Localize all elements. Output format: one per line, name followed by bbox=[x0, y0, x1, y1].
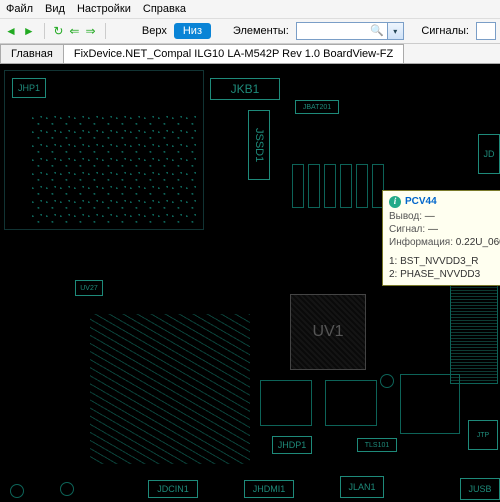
comp-jdcin1[interactable]: JDCIN1 bbox=[148, 480, 198, 498]
tab-document[interactable]: FixDevice.NET_Compal ILG10 LA-M542P Rev … bbox=[63, 44, 404, 63]
comp-jssd1[interactable]: JSSD1 bbox=[248, 110, 270, 180]
signals-combo[interactable] bbox=[476, 22, 496, 40]
comp-tls101[interactable]: TLS101 bbox=[357, 438, 397, 452]
comp-jkb1[interactable]: JKB1 bbox=[210, 78, 280, 100]
menu-file[interactable]: Файл bbox=[6, 3, 33, 15]
tooltip-pin2: 2: PHASE_NVVDD3 bbox=[389, 268, 500, 281]
bottom-side-button[interactable]: Низ bbox=[174, 23, 211, 39]
comp-jhdmi1[interactable]: JHDMI1 bbox=[244, 480, 294, 498]
tooltip-sig-label: Сигнал: bbox=[389, 224, 425, 235]
elements-label: Элементы: bbox=[233, 25, 289, 37]
reload-icon[interactable]: ↻ bbox=[52, 22, 64, 40]
menu-help[interactable]: Справка bbox=[143, 3, 186, 15]
comp-jusb[interactable]: JUSB bbox=[460, 478, 500, 500]
search-icon: 🔍 bbox=[370, 24, 384, 37]
prev-icon[interactable]: ⇐ bbox=[68, 22, 80, 40]
comp-uv1[interactable]: UV1 bbox=[290, 294, 366, 370]
comp-jbat201[interactable]: JBAT201 bbox=[295, 100, 339, 114]
comp-uv27[interactable]: UV27 bbox=[75, 280, 103, 296]
menu-bar: Файл Вид Настройки Справка bbox=[0, 0, 500, 19]
signals-input[interactable] bbox=[476, 22, 496, 40]
component-tooltip: i PCV44 Вывод: — Сигнал: — Информация: 0.… bbox=[382, 190, 500, 286]
tooltip-pin1: 1: BST_NVVDD3_R bbox=[389, 255, 500, 268]
back-icon[interactable]: ◄ bbox=[4, 22, 18, 40]
separator bbox=[44, 23, 45, 39]
tooltip-info-val: 0.22U_0603_25V7… bbox=[456, 237, 500, 248]
signals-label: Сигналы: bbox=[421, 25, 469, 37]
next-icon[interactable]: ⇒ bbox=[84, 22, 96, 40]
tab-bar: Главная FixDevice.NET_Compal ILG10 LA-M5… bbox=[0, 44, 500, 64]
tooltip-out-val: — bbox=[425, 211, 435, 222]
menu-view[interactable]: Вид bbox=[45, 3, 65, 15]
info-icon: i bbox=[389, 196, 401, 208]
side-label: Верх bbox=[142, 25, 167, 37]
tooltip-out-label: Вывод: bbox=[389, 211, 422, 222]
elements-combo[interactable]: 🔍 ▾ bbox=[296, 22, 404, 40]
menu-settings[interactable]: Настройки bbox=[77, 3, 131, 15]
comp-jd[interactable]: JD bbox=[478, 134, 500, 174]
comp-jlan1[interactable]: JLAN1 bbox=[340, 476, 384, 498]
tooltip-sig-val: — bbox=[428, 224, 438, 235]
comp-jtp[interactable]: JTP bbox=[468, 420, 498, 450]
separator bbox=[105, 23, 106, 39]
comp-jhp1[interactable]: JHP1 bbox=[12, 78, 46, 98]
toolbar: ◄ ► ↻ ⇐ ⇒ Верх Низ Элементы: 🔍 ▾ Сигналы… bbox=[0, 19, 500, 44]
tab-main[interactable]: Главная bbox=[0, 44, 64, 63]
forward-icon[interactable]: ► bbox=[22, 22, 36, 40]
board-canvas[interactable]: JHP1 JKB1 JBAT201 JSSD1 JD UV27 UV1 JHDP… bbox=[0, 64, 500, 502]
comp-jhdp1[interactable]: JHDP1 bbox=[272, 436, 312, 454]
chevron-down-icon[interactable]: ▾ bbox=[388, 22, 404, 40]
tooltip-info-label: Информация: bbox=[389, 237, 453, 248]
tooltip-title: PCV44 bbox=[405, 195, 437, 208]
